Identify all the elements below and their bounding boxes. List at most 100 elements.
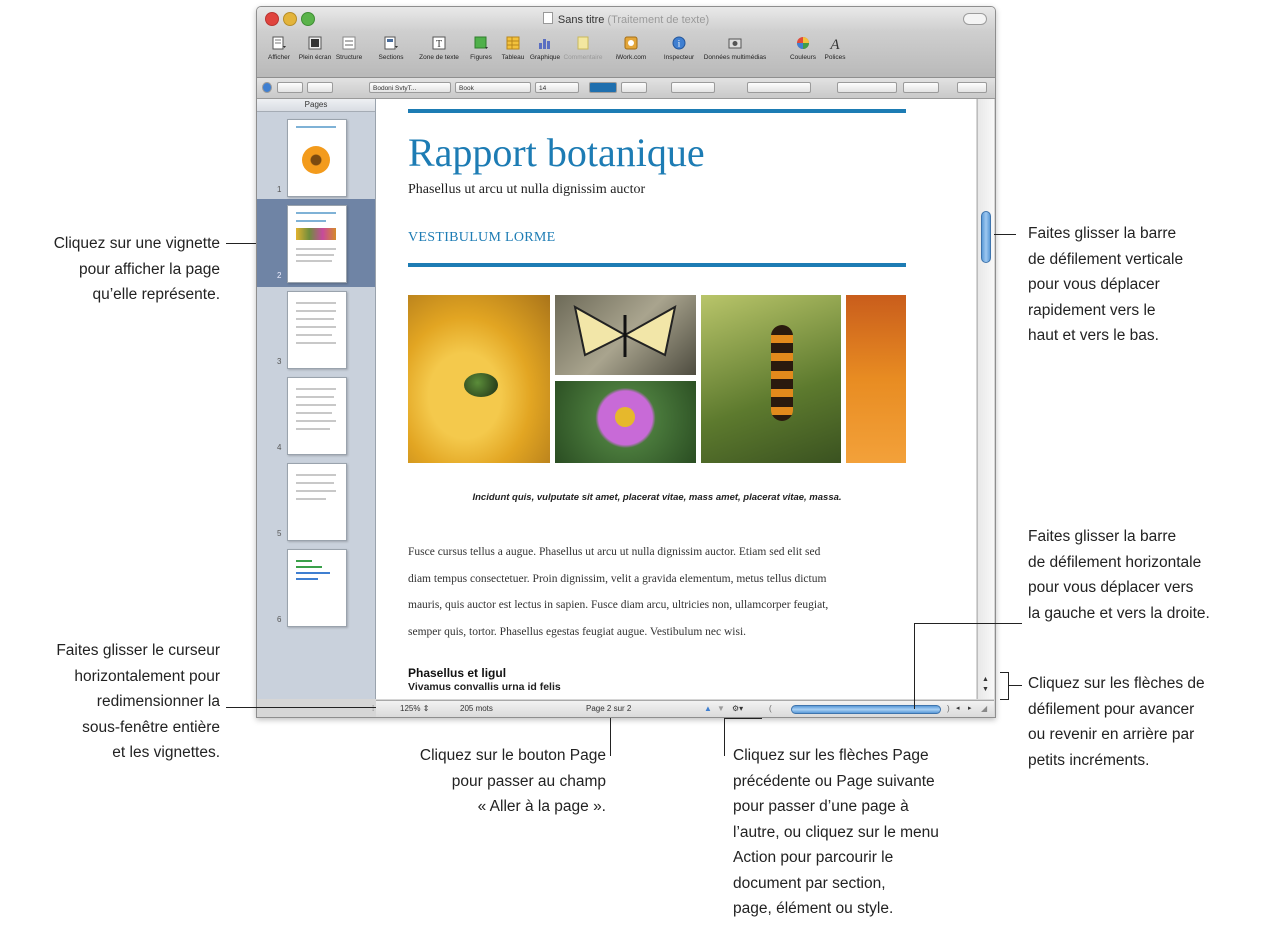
scroll-right-edge: ) [947, 704, 950, 713]
body-line: mauris, quis auctor est lectus in sapien… [408, 599, 829, 611]
iwork-icon [624, 36, 638, 50]
sidebar-resize-handle[interactable]: ⁞ [372, 704, 374, 713]
leader-line [226, 243, 256, 244]
toolbar-media-button[interactable]: Données multimédias [703, 35, 767, 61]
body-line: semper quis, tortor. Phasellus egestas f… [408, 625, 747, 638]
toolbar-sections-button[interactable]: Sections [369, 35, 413, 61]
top-rule [408, 109, 906, 113]
page-thumbnail-2[interactable] [287, 205, 347, 283]
alignment-buttons[interactable] [747, 82, 811, 93]
character-style-popup[interactable] [307, 82, 333, 93]
svg-text:T: T [436, 39, 442, 50]
annotation-line: l’autre, ou cliquez sur le menu [733, 823, 939, 841]
highlight-popup[interactable] [621, 82, 647, 93]
scroll-down-arrow-icon[interactable]: ▼ [980, 685, 991, 695]
section-heading[interactable]: VESTIBULUM LORME [408, 230, 556, 246]
annotation-line: pour vous déplacer [1028, 276, 1160, 293]
vertical-scroll-arrows[interactable]: ▲ ▼ [980, 675, 991, 697]
action-menu-gear-icon[interactable]: ⚙▾ [732, 704, 743, 713]
font-size-popup[interactable]: 14 [535, 82, 579, 93]
columns-popup[interactable] [903, 82, 939, 93]
toolbar-iwork-button[interactable]: iWork.com [609, 35, 653, 61]
page-thumbnail-3[interactable] [287, 291, 347, 369]
thumbnail-number: 1 [277, 185, 282, 194]
bold-italic-underline-buttons[interactable] [671, 82, 715, 93]
annotation-line: Action pour parcourir le [733, 849, 894, 866]
body-text[interactable]: Fusce cursus tellus a augue. Phasellus u… [408, 539, 908, 645]
thumbnail-number: 3 [277, 357, 282, 366]
butterfly-shape [573, 305, 677, 357]
toolbar-textbox-button[interactable]: T Zone de texte [417, 35, 461, 61]
annotation-line: défilement pour avancer [1028, 700, 1195, 718]
vertical-scrollbar[interactable]: ▲ ▼ [977, 99, 994, 699]
font-family-popup[interactable]: Bodoni SvtyT... [369, 82, 451, 93]
scroll-up-arrow-icon[interactable]: ▲ [980, 675, 991, 685]
document-title[interactable]: Rapport botanique [408, 129, 705, 176]
page-button[interactable]: Page 2 sur 2 [586, 704, 631, 713]
toolbar-toggle-button[interactable] [963, 13, 987, 25]
document-subtitle[interactable]: Phasellus ut arcu ut nulla dignissim auc… [408, 182, 645, 198]
pages-window: Sans titre (Traitement de texte) Affiche… [256, 6, 996, 718]
leader-line [610, 718, 611, 756]
leader-line [226, 707, 376, 708]
annotation-line: haut et vers le bas. [1028, 327, 1159, 344]
window-resize-grip-icon[interactable]: ◢ [981, 704, 987, 713]
vertical-scroll-thumb[interactable] [981, 211, 991, 263]
subheading-2[interactable]: Vivamus convallis urna id felis [408, 681, 561, 693]
zoom-value: 125% [400, 704, 421, 713]
leader-line [1000, 699, 1009, 700]
fly-photo[interactable] [408, 295, 550, 463]
zoom-popup[interactable]: 125% ⇕ [400, 704, 429, 713]
leader-line [724, 718, 762, 719]
annotation-line: petits incréments. [1028, 751, 1150, 769]
title-bar[interactable]: Sans titre (Traitement de texte) [257, 7, 995, 32]
sidebar-header: Pages [257, 99, 375, 112]
subheading[interactable]: Phasellus et ligul [408, 666, 506, 680]
chart-icon [539, 39, 550, 49]
annotation-line: ou revenir en arrière par [1028, 726, 1195, 743]
toolbar: Afficher Plein écran Structure Sections … [257, 31, 995, 78]
list-popup[interactable] [957, 82, 987, 93]
page-thumbnail-6[interactable] [287, 549, 347, 627]
text-color-well[interactable] [589, 82, 617, 93]
body-line: Fusce cursus tellus a augue. Phasellus u… [408, 546, 821, 558]
toolbar-outline-button[interactable]: Structure [327, 35, 371, 61]
styles-drawer-button[interactable] [262, 82, 272, 93]
toolbar-fonts-button[interactable]: A Polices [813, 35, 857, 61]
photos-thumbnail-image [296, 228, 336, 240]
flower-thumbnail-image [302, 146, 330, 174]
page-thumbnail-4[interactable] [287, 377, 347, 455]
annotation-line: redimensionner la [96, 693, 220, 710]
purple-flower-photo[interactable] [555, 381, 696, 463]
annotation-line: pour passer d’une page à [733, 798, 909, 815]
fullscreen-icon [308, 36, 322, 50]
next-page-arrow-icon[interactable]: ▼ [717, 704, 725, 713]
document-canvas[interactable]: Rapport botanique Phasellus ut arcu ut n… [376, 99, 976, 699]
fonts-icon: A [829, 37, 840, 51]
toolbar-label: Données multimédias [703, 54, 767, 61]
butterfly-photo[interactable] [555, 295, 696, 375]
caterpillar-photo[interactable] [701, 295, 841, 463]
scroll-right-arrow-icon[interactable]: ▸ [968, 704, 972, 712]
toolbar-inspector-button[interactable]: i Inspecteur [657, 35, 701, 61]
scroll-left-arrow-icon[interactable]: ◂ [956, 704, 960, 712]
annotation-line: Cliquez sur le bouton Page [419, 747, 606, 764]
toolbar-comment-button[interactable]: Commentaire [561, 35, 605, 61]
font-style-popup[interactable]: Book [455, 82, 531, 93]
orange-flower-photo[interactable] [846, 295, 906, 463]
photo-caption[interactable]: Incidunt quis, vulputate sit amet, place… [408, 492, 906, 503]
toolbar-label: iWork.com [615, 54, 647, 61]
sections-icon [384, 36, 398, 50]
paragraph-style-popup[interactable] [277, 82, 303, 93]
annotation-line: et les vignettes. [112, 744, 220, 761]
annotation-page-button: Cliquez sur le bouton Page pour passer a… [350, 743, 606, 820]
word-count: 205 mots [460, 704, 493, 713]
previous-page-arrow-icon[interactable]: ▲ [704, 704, 712, 713]
annotation-line: page, élément ou style. [733, 900, 894, 917]
line-spacing-popup[interactable] [837, 82, 897, 93]
horizontal-scroll-thumb[interactable] [791, 705, 941, 714]
annotation-hscroll: Faites glisser la barre de défilement ho… [1028, 524, 1262, 626]
page-thumbnail-1[interactable] [287, 119, 347, 197]
thumbnail-number: 4 [277, 443, 282, 452]
page-thumbnail-5[interactable] [287, 463, 347, 541]
